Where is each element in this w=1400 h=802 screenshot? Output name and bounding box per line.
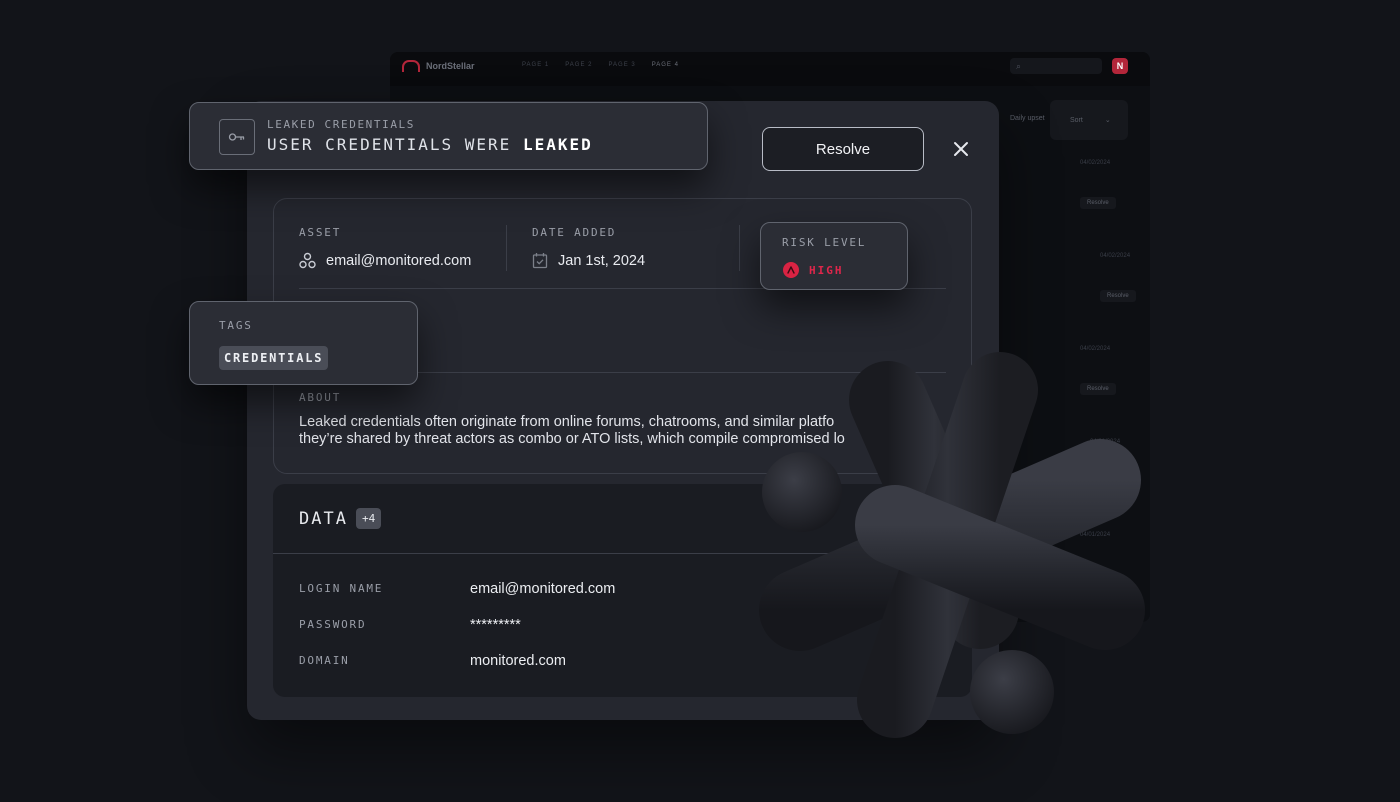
background-resolve-button[interactable]: Resolve: [1080, 197, 1116, 209]
date-text: Jan 1st, 2024: [558, 252, 646, 269]
data-panel: DATA +4 LOGIN NAME email@monitored.com P…: [273, 484, 972, 697]
about-line: Leaked credentials often originate from …: [299, 414, 915, 430]
risk-level-card: RISK LEVEL HIGH: [760, 222, 908, 290]
data-title: DATA: [299, 509, 348, 529]
nodes-icon: [299, 252, 316, 269]
search-icon: ⌕: [1016, 61, 1022, 71]
alert-header-card: LEAKED CREDENTIALS USER CREDENTIALS WERE…: [189, 102, 708, 170]
divider: [506, 225, 507, 271]
background-date: 04/02/2024: [1080, 346, 1111, 352]
alert-detail-modal: Resolve ASSET email@monitored.com DATE A…: [247, 101, 999, 720]
resolve-button[interactable]: Resolve: [762, 127, 924, 171]
background-sort-dropdown[interactable]: Sort ⌄: [1050, 100, 1128, 140]
login-name-label: LOGIN NAME: [299, 582, 384, 595]
about-label: ABOUT: [299, 391, 342, 404]
password-value: *********: [470, 617, 521, 633]
background-resolve-button[interactable]: Resolve: [1080, 383, 1116, 395]
chevron-down-icon: ⌄: [1104, 117, 1111, 124]
alert-title: USER CREDENTIALS WERE LEAKED: [267, 135, 593, 154]
data-count-badge[interactable]: +4: [356, 508, 382, 529]
background-filter-label: Daily upset: [1010, 115, 1045, 122]
tags-card: TAGS CREDENTIALS: [189, 301, 418, 385]
login-name-value: email@monitored.com: [470, 581, 616, 597]
alert-category: LEAKED CREDENTIALS: [267, 118, 416, 131]
key-icon: [219, 119, 255, 155]
date-added-label: DATE ADDED: [532, 226, 617, 239]
nav-page-3[interactable]: PAGE 3: [608, 62, 635, 68]
password-label: PASSWORD: [299, 618, 367, 631]
risk-text: HIGH: [809, 263, 844, 277]
nav-page-1[interactable]: PAGE 1: [522, 62, 549, 68]
risk-level-label: RISK LEVEL: [782, 236, 867, 249]
sort-label: Sort: [1070, 116, 1083, 124]
date-added-value: Jan 1st, 2024: [532, 252, 645, 269]
alert-icon: [783, 262, 799, 278]
logo-text: NordStellar: [426, 61, 475, 71]
nav-page-4[interactable]: PAGE 4: [652, 62, 679, 68]
background-date: 04/02/2024: [1100, 253, 1131, 259]
asset-email: email@monitored.com: [326, 252, 472, 269]
tag-chip[interactable]: CREDENTIALS: [219, 346, 329, 370]
nav-page-2[interactable]: PAGE 2: [565, 62, 592, 68]
background-resolve-button[interactable]: Resolve: [1100, 290, 1136, 302]
risk-level-value: HIGH: [783, 262, 844, 278]
background-topbar: NordStellar PAGE 1 PAGE 2 PAGE 3 PAGE 4 …: [390, 52, 1150, 86]
asset-label: ASSET: [299, 226, 342, 239]
alert-title-prefix: USER CREDENTIALS WERE: [267, 135, 512, 154]
asset-value: email@monitored.com: [299, 252, 471, 269]
background-date: 04/01/2024: [1080, 532, 1111, 538]
background-date: 04/01/2024: [1090, 439, 1121, 445]
logo-mark-icon: [402, 60, 420, 72]
calendar-check-icon: [532, 253, 548, 269]
avatar[interactable]: N: [1112, 58, 1128, 74]
domain-label: DOMAIN: [299, 654, 350, 667]
tags-label: TAGS: [219, 319, 253, 332]
domain-value: monitored.com: [470, 653, 566, 669]
close-icon[interactable]: [951, 139, 971, 159]
divider: [739, 225, 740, 271]
background-nav: PAGE 1 PAGE 2 PAGE 3 PAGE 4: [522, 62, 679, 68]
background-date: 04/02/2024: [1080, 160, 1111, 166]
about-line: they’re shared by threat actors as combo…: [299, 431, 927, 447]
divider: [273, 553, 972, 554]
background-search-input[interactable]: ⌕: [1010, 58, 1102, 74]
about-description: Leaked credentials often originate from …: [299, 414, 969, 448]
app-logo: NordStellar: [402, 60, 475, 72]
alert-title-emphasis: LEAKED: [522, 135, 593, 154]
